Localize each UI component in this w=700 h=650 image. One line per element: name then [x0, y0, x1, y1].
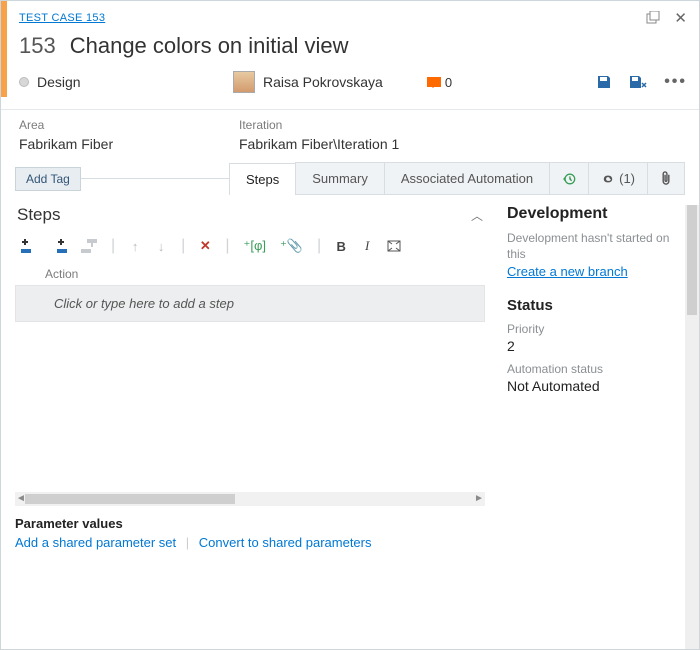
tab-links[interactable]: (1) [588, 162, 648, 194]
more-actions-icon[interactable]: ••• [664, 73, 687, 91]
development-title: Development [507, 205, 691, 223]
action-column-header: Action [15, 265, 489, 285]
automation-status-value[interactable]: Not Automated [507, 378, 691, 394]
state-label: Design [37, 74, 81, 90]
tab-associated-automation[interactable]: Associated Automation [384, 162, 550, 194]
work-item-title[interactable]: Change colors on initial view [70, 33, 349, 59]
assignee-field[interactable]: Raisa Pokrovskaya [233, 71, 383, 93]
italic-icon[interactable]: I [361, 238, 373, 254]
fullscreen-icon[interactable] [387, 240, 401, 252]
status-title: Status [507, 297, 691, 314]
link-icon [601, 173, 615, 185]
tab-history[interactable] [549, 162, 589, 194]
vertical-scrollbar[interactable] [685, 205, 699, 649]
move-down-icon: ↓ [155, 239, 167, 254]
create-branch-link[interactable]: Create a new branch [507, 264, 628, 279]
iteration-label: Iteration [239, 118, 399, 132]
breadcrumb-link[interactable]: TEST CASE 153 [19, 12, 105, 24]
assignee-name: Raisa Pokrovskaya [263, 74, 383, 90]
area-value[interactable]: Fabrikam Fiber [19, 136, 215, 152]
state-field[interactable]: Design [19, 74, 209, 90]
steps-section-title: Steps [17, 205, 60, 225]
convert-shared-parameters-link[interactable]: Convert to shared parameters [199, 535, 372, 550]
save-icon[interactable] [596, 74, 612, 90]
priority-label: Priority [507, 322, 691, 336]
attachment-icon [660, 171, 672, 186]
add-tag-button[interactable]: Add Tag [15, 167, 81, 191]
priority-value[interactable]: 2 [507, 338, 691, 354]
insert-step-icon[interactable] [21, 239, 37, 253]
bold-icon[interactable]: B [335, 239, 347, 254]
collapse-icon[interactable]: ︿ [471, 207, 483, 224]
tabs: Steps Summary Associated Automation (1) [230, 162, 685, 195]
links-count: (1) [619, 171, 635, 186]
development-text: Development hasn't started on this [507, 231, 691, 262]
comment-count: 0 [445, 75, 452, 90]
state-dot-icon [19, 77, 29, 87]
add-step-input[interactable]: Click or type here to add a step [15, 285, 485, 322]
area-label: Area [19, 118, 215, 132]
avatar [233, 71, 255, 93]
history-icon [562, 172, 576, 186]
work-item-id: 153 [19, 33, 56, 59]
move-up-icon: ↑ [129, 239, 141, 254]
add-attachment-icon[interactable]: ⁺📎 [280, 238, 303, 254]
iteration-value[interactable]: Fabrikam Fiber\Iteration 1 [239, 136, 399, 152]
add-param-icon[interactable]: ⁺[φ] [243, 238, 266, 254]
scroll-left-icon[interactable]: ◄ [15, 492, 27, 506]
tab-attachments[interactable] [647, 162, 685, 194]
scroll-right-icon[interactable]: ► [473, 492, 485, 506]
tab-summary[interactable]: Summary [295, 162, 385, 194]
automation-status-label: Automation status [507, 362, 691, 376]
popout-icon[interactable] [646, 11, 660, 25]
parameter-values-title: Parameter values [15, 516, 489, 531]
save-close-icon[interactable] [628, 74, 648, 90]
delete-step-icon[interactable]: ✕ [199, 238, 211, 254]
tab-steps[interactable]: Steps [229, 163, 296, 195]
discussion-button[interactable]: 0 [427, 75, 452, 90]
steps-toolbar: | ↑ ↓ | ✕ | ⁺[φ] ⁺📎 | B I [15, 233, 489, 265]
comment-icon [427, 77, 441, 87]
create-shared-icon[interactable] [81, 239, 97, 253]
header: TEST CASE 153 ✕ 153 Change colors on ini… [1, 1, 699, 99]
classification-fields: Area Fabrikam Fiber Iteration Fabrikam F… [1, 110, 699, 152]
add-shared-parameter-link[interactable]: Add a shared parameter set [15, 535, 176, 550]
horizontal-scrollbar[interactable]: ◄ ► [15, 492, 485, 506]
insert-shared-icon[interactable] [51, 239, 67, 253]
close-icon[interactable]: ✕ [674, 9, 687, 27]
